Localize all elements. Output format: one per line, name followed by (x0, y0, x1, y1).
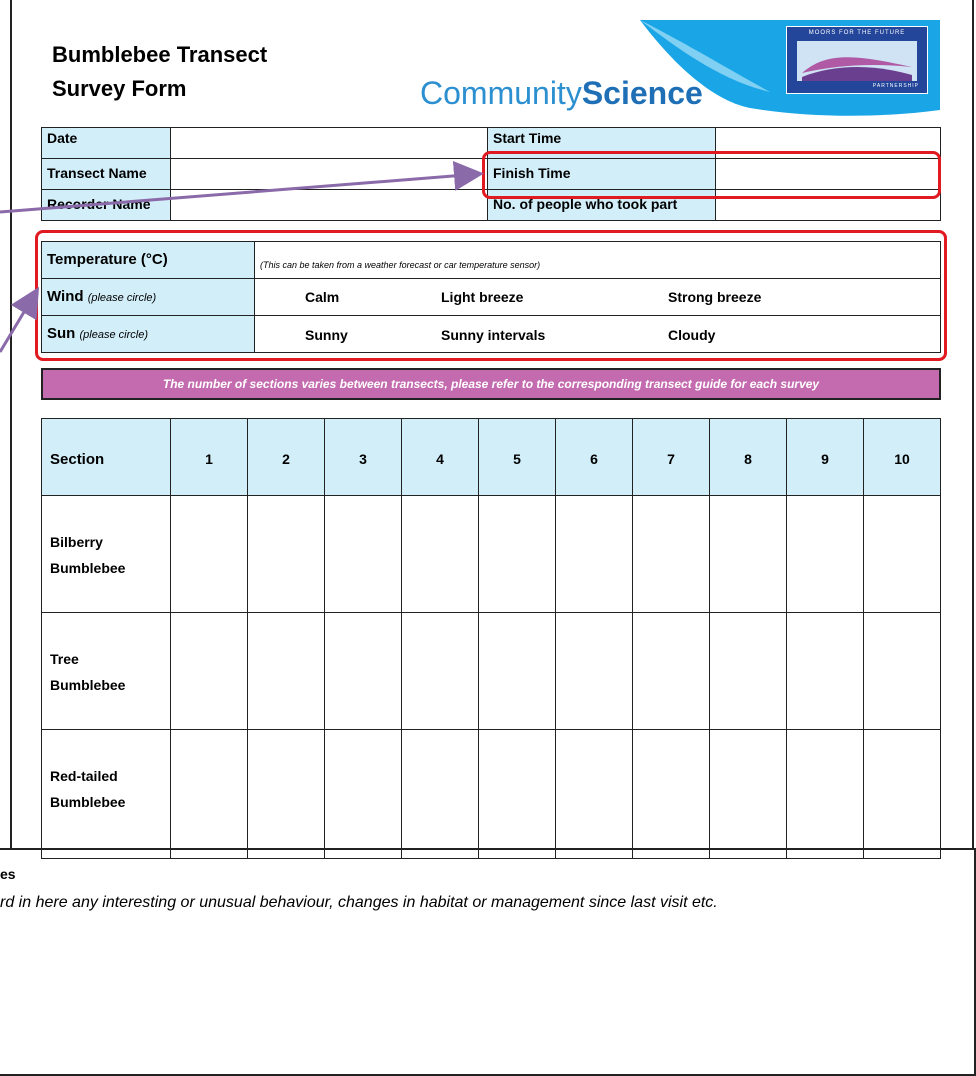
species-line2: Bumblebee (50, 794, 126, 810)
count-entry-cell[interactable] (478, 729, 556, 859)
section-col-header: 10 (863, 418, 941, 496)
count-entry-cell[interactable] (324, 729, 402, 859)
species-line1: Bilberry (50, 534, 103, 550)
count-entry-cell[interactable] (247, 612, 325, 730)
count-entry-cell[interactable] (632, 729, 710, 859)
count-entry-cell[interactable] (555, 495, 633, 613)
species-label-bilberry: Bilberry Bumblebee (41, 495, 171, 613)
logo-bottom-text: PARTNERSHIP (872, 83, 919, 89)
count-entry-cell[interactable] (863, 612, 941, 730)
count-entry-cell[interactable] (324, 612, 402, 730)
transect-name-field[interactable] (170, 158, 488, 190)
section-col-header: 4 (401, 418, 479, 496)
notes-instructions: rd in here any interesting or unusual be… (0, 894, 718, 911)
species-line1: Tree (50, 651, 79, 667)
notes-label: es (0, 866, 16, 882)
count-entry-cell[interactable] (170, 612, 248, 730)
species-line1: Red-tailed (50, 768, 118, 784)
form-title-line2: Survey Form (52, 76, 187, 101)
notes-panel[interactable]: es rd in here any interesting or unusual… (0, 848, 976, 1076)
transect-name-label: Transect Name (41, 158, 171, 190)
count-entry-cell[interactable] (478, 495, 556, 613)
count-entry-cell[interactable] (786, 729, 864, 859)
count-entry-cell[interactable] (324, 495, 402, 613)
count-entry-cell[interactable] (401, 495, 479, 613)
count-entry-cell[interactable] (709, 495, 787, 613)
weather-highlight (35, 230, 947, 361)
count-entry-cell[interactable] (247, 495, 325, 613)
sections-info-banner: The number of sections varies between tr… (41, 368, 941, 400)
section-col-header: 2 (247, 418, 325, 496)
recorder-name-label: Recorder Name (41, 189, 171, 221)
section-col-header: 6 (555, 418, 633, 496)
section-header-label: Section (41, 418, 171, 496)
count-entry-cell[interactable] (786, 495, 864, 613)
count-entry-cell[interactable] (709, 612, 787, 730)
date-label: Date (41, 127, 171, 159)
recorder-name-field[interactable] (170, 189, 488, 221)
logo-top-text: MOORS FOR THE FUTURE (808, 30, 906, 36)
species-line2: Bumblebee (50, 560, 126, 576)
species-label-tree: Tree Bumblebee (41, 612, 171, 730)
brand-part2: Science (581, 75, 703, 111)
count-entry-cell[interactable] (478, 612, 556, 730)
count-entry-cell[interactable] (555, 729, 633, 859)
count-entry-cell[interactable] (555, 612, 633, 730)
count-entry-cell[interactable] (632, 495, 710, 613)
count-entry-cell[interactable] (863, 495, 941, 613)
count-entry-cell[interactable] (632, 612, 710, 730)
form-title-line1: Bumblebee Transect (52, 42, 268, 67)
count-entry-cell[interactable] (170, 729, 248, 859)
section-col-header: 1 (170, 418, 248, 496)
finish-time-highlight (482, 151, 941, 199)
species-label-red-tailed: Red-tailed Bumblebee (41, 729, 171, 859)
count-entry-cell[interactable] (786, 612, 864, 730)
count-entry-cell[interactable] (863, 729, 941, 859)
logo-wave-icon (802, 57, 912, 81)
count-entry-cell[interactable] (401, 729, 479, 859)
brand-wordmark: CommunityScience (420, 73, 703, 113)
count-entry-cell[interactable] (170, 495, 248, 613)
section-col-header: 5 (478, 418, 556, 496)
partnership-logo: MOORS FOR THE FUTURE PARTNERSHIP (786, 26, 928, 94)
section-col-header: 9 (786, 418, 864, 496)
section-col-header: 7 (632, 418, 710, 496)
count-entry-cell[interactable] (709, 729, 787, 859)
section-col-header: 8 (709, 418, 787, 496)
brand-part1: Community (420, 75, 582, 111)
count-entry-cell[interactable] (401, 612, 479, 730)
count-entry-cell[interactable] (247, 729, 325, 859)
species-line2: Bumblebee (50, 677, 126, 693)
section-col-header: 3 (324, 418, 402, 496)
date-field[interactable] (170, 127, 488, 159)
